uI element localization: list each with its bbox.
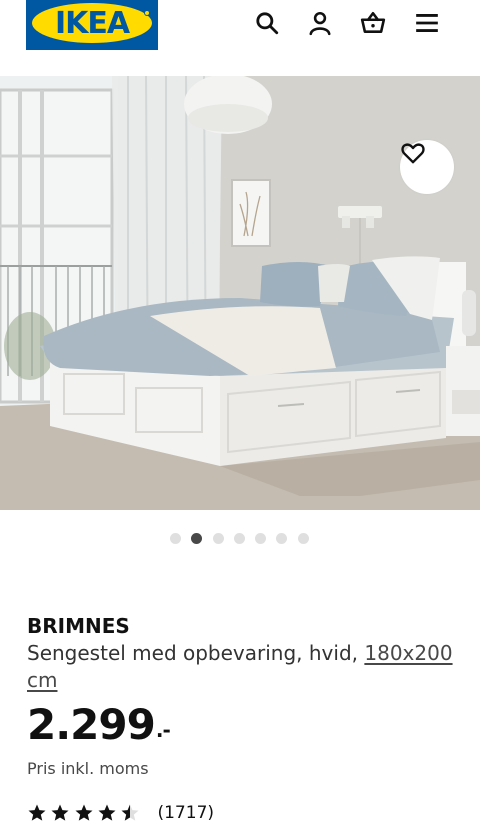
search-icon[interactable]	[252, 8, 282, 38]
heart-icon	[401, 143, 425, 164]
carousel-dot[interactable]	[276, 533, 288, 544]
product-rating[interactable]: (1717)	[27, 801, 214, 825]
product-type: Sengestel med opbevaring, hvid,	[27, 641, 359, 665]
star-icon	[121, 804, 139, 821]
star-icon	[98, 804, 116, 821]
basket-icon[interactable]	[358, 8, 388, 38]
header: IKEA	[0, 0, 480, 76]
price-integer: 2.299	[27, 700, 156, 749]
image-carousel-dots	[170, 533, 319, 545]
price-decimal: .-	[155, 718, 171, 742]
star-icon	[28, 804, 46, 821]
carousel-dot[interactable]	[297, 533, 309, 544]
product-description: Sengestel med opbevaring, hvid, 180x200 …	[27, 640, 457, 694]
carousel-dot[interactable]	[255, 533, 267, 544]
logo-text: IKEA	[54, 6, 130, 41]
star-icon	[51, 804, 69, 821]
carousel-dot[interactable]	[191, 533, 203, 544]
review-count: (1717)	[157, 803, 215, 823]
star-icon	[75, 804, 93, 821]
carousel-dot[interactable]	[212, 533, 224, 544]
ikea-logo[interactable]: IKEA	[26, 0, 158, 50]
product-price: 2.299.-	[27, 700, 171, 749]
account-icon[interactable]	[305, 8, 335, 38]
vat-note: Pris inkl. moms	[27, 759, 149, 778]
favorite-button[interactable]	[400, 140, 454, 194]
carousel-dot[interactable]	[170, 533, 181, 544]
carousel-dot[interactable]	[233, 533, 245, 544]
product-name[interactable]: BRIMNES	[27, 614, 130, 638]
product-image[interactable]	[0, 76, 480, 510]
menu-icon[interactable]	[412, 8, 442, 38]
registered-mark	[144, 10, 150, 16]
